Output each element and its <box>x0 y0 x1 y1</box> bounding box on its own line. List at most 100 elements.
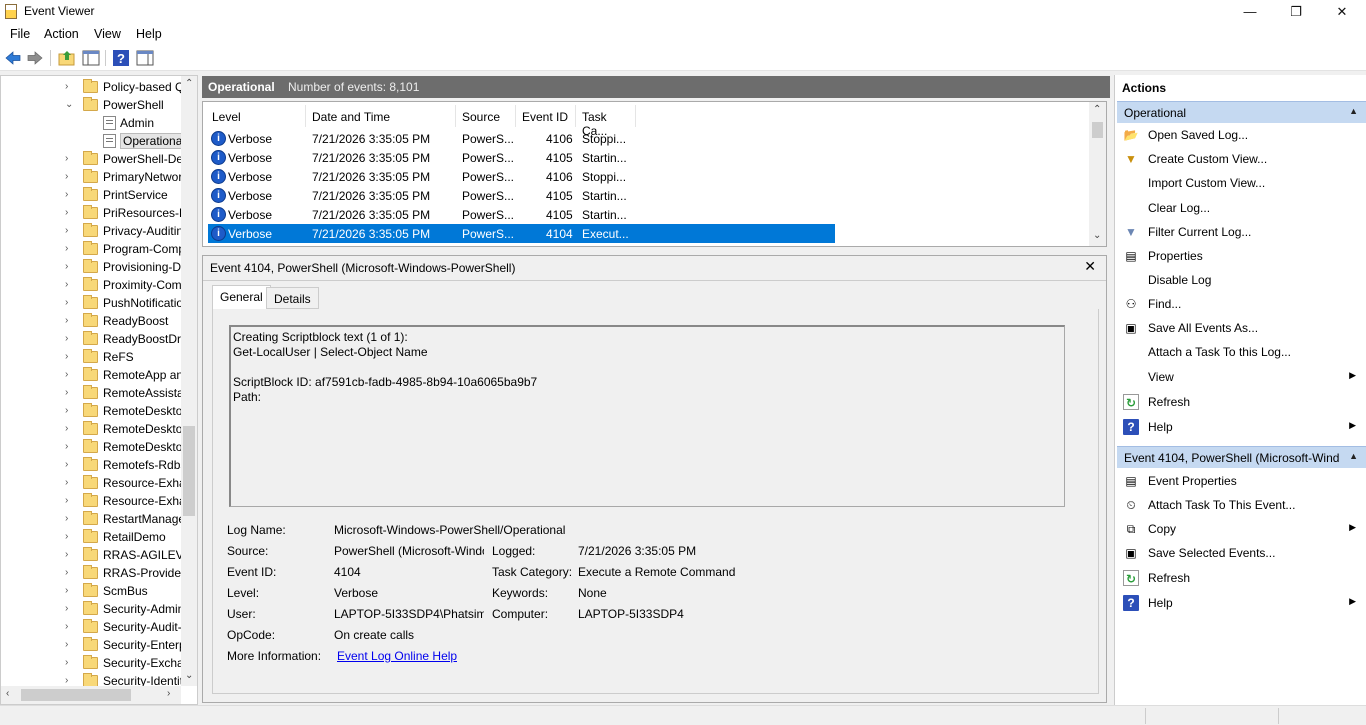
chevron-right-icon[interactable]: › <box>65 459 75 471</box>
tree-item[interactable]: › ScmBus <box>1 582 181 600</box>
menu-file[interactable]: File <box>10 27 30 41</box>
folder-up-icon[interactable] <box>58 49 76 67</box>
show-hide-action-pane-icon[interactable] <box>136 49 154 67</box>
show-hide-console-tree-icon[interactable] <box>82 49 100 67</box>
tree-item[interactable]: › RRAS-AGILEVPN <box>1 546 181 564</box>
chevron-right-icon[interactable]: › <box>65 603 75 615</box>
event-row[interactable]: i Verbose 7/21/2026 3:35:05 PM PowerS... 410… <box>208 129 835 148</box>
menu-action[interactable]: Action <box>44 27 79 41</box>
column-header-level[interactable]: Level <box>206 105 306 127</box>
event-log-online-help-link[interactable]: Event Log Online Help <box>337 649 457 663</box>
chevron-right-icon[interactable]: › <box>65 549 75 561</box>
chevron-right-icon[interactable]: › <box>65 369 75 381</box>
chevron-right-icon[interactable]: › <box>65 189 75 201</box>
event-row[interactable]: i Verbose 7/21/2026 3:35:05 PM PowerS... 410… <box>208 186 835 205</box>
column-header-source[interactable]: Source <box>456 105 516 127</box>
event-action-refresh[interactable]: ↻ Refresh <box>1117 567 1366 589</box>
tree-item[interactable]: › RemoteDesktopServices-RemoteFX <box>1 420 181 438</box>
event-action-help[interactable]: ? Help ▶ <box>1117 592 1366 614</box>
tree-item[interactable]: › PriResources-Deployment <box>1 204 181 222</box>
chevron-right-icon[interactable]: › <box>65 621 75 633</box>
column-header-date-time[interactable]: Date and Time <box>306 105 456 127</box>
actions-section-event[interactable]: Event 4104, PowerShell (Microsoft-Window… <box>1117 446 1366 468</box>
scroll-up-arrow-icon[interactable]: ⌃ <box>1093 104 1101 115</box>
tree-item[interactable]: › Security-EnterpriseData-FileRevocationM… <box>1 636 181 654</box>
chevron-right-icon[interactable]: › <box>65 171 75 183</box>
back-arrow-icon[interactable] <box>4 49 22 67</box>
action-save-all-events-as[interactable]: ▣ Save All Events As... <box>1117 317 1366 339</box>
action-view[interactable]: View ▶ <box>1117 366 1366 388</box>
close-detail-icon[interactable]: ✕ <box>1084 258 1096 275</box>
scroll-left-arrow-icon[interactable]: ‹ <box>6 688 9 699</box>
event-row[interactable]: i Verbose 7/21/2026 3:35:05 PM PowerS... 410… <box>208 167 835 186</box>
help-icon[interactable]: ? <box>112 49 130 67</box>
action-create-custom-view[interactable]: ▼ Create Custom View... <box>1117 148 1366 170</box>
event-action-attach-task-to-this-event[interactable]: ⏲ Attach Task To This Event... <box>1117 494 1366 516</box>
action-refresh[interactable]: ↻ Refresh <box>1117 391 1366 413</box>
event-row[interactable]: i Verbose 7/21/2026 3:35:05 PM PowerS... 410… <box>208 224 835 243</box>
tree-item[interactable]: › ReadyBoost <box>1 312 181 330</box>
action-open-saved-log[interactable]: 📂 Open Saved Log... <box>1117 124 1366 146</box>
tree-item[interactable]: › PrintService <box>1 186 181 204</box>
tree-item[interactable]: › RemoteAssistance <box>1 384 181 402</box>
event-row[interactable]: i Verbose 7/21/2026 3:35:05 PM PowerS... 410… <box>208 205 835 224</box>
maximize-button[interactable]: ❐ <box>1273 0 1319 23</box>
action-attach-a-task-to-this-log[interactable]: Attach a Task To this Log... <box>1117 341 1366 363</box>
tree-item[interactable]: › Security-Audit-Configuration-Client <box>1 618 181 636</box>
collapse-caret-icon[interactable]: ▲ <box>1349 106 1358 116</box>
chevron-right-icon[interactable]: › <box>65 387 75 399</box>
tree-item[interactable]: Operational <box>1 132 181 150</box>
tree-item[interactable]: › Security-Adminless <box>1 600 181 618</box>
event-row[interactable]: i Verbose 7/21/2026 3:35:05 PM PowerS... 410… <box>208 148 835 167</box>
tree-scroll-thumb[interactable] <box>183 426 195 516</box>
collapse-caret-icon[interactable]: ▲ <box>1349 451 1358 461</box>
chevron-right-icon[interactable]: › <box>65 531 75 543</box>
chevron-right-icon[interactable]: › <box>65 297 75 309</box>
chevron-right-icon[interactable]: › <box>65 657 75 669</box>
chevron-right-icon[interactable]: › <box>65 261 75 273</box>
action-filter-current-log[interactable]: ▼ Filter Current Log... <box>1117 221 1366 243</box>
action-clear-log[interactable]: Clear Log... <box>1117 197 1366 219</box>
tree-item[interactable]: › Resource-Exhaustion-Detector <box>1 474 181 492</box>
chevron-right-icon[interactable]: › <box>65 315 75 327</box>
chevron-right-icon[interactable]: › <box>65 207 75 219</box>
event-list-scrollbar[interactable]: ⌃ ⌄ <box>1089 102 1106 246</box>
event-action-event-properties[interactable]: ▤ Event Properties <box>1117 470 1366 492</box>
column-header-event-id[interactable]: Event ID <box>516 105 576 127</box>
chevron-right-icon[interactable]: › <box>65 585 75 597</box>
menu-help[interactable]: Help <box>136 27 162 41</box>
tree-item[interactable]: › PrimaryNetworkIcon <box>1 168 181 186</box>
tab-general[interactable]: General <box>212 285 271 310</box>
tree-item[interactable]: ⌄ PowerShell <box>1 96 181 114</box>
chevron-right-icon[interactable]: › <box>65 333 75 345</box>
tree-item[interactable]: › PushNotifications-Platform <box>1 294 181 312</box>
chevron-right-icon[interactable]: › <box>65 477 75 489</box>
chevron-right-icon[interactable]: › <box>65 405 75 417</box>
tree-item[interactable]: › RetailDemo <box>1 528 181 546</box>
tree-item[interactable]: › Policy-based QoS <box>1 78 181 96</box>
tree-item[interactable]: › RestartManager <box>1 510 181 528</box>
chevron-right-icon[interactable]: › <box>65 423 75 435</box>
chevron-right-icon[interactable]: › <box>65 225 75 237</box>
action-help[interactable]: ? Help ▶ <box>1117 416 1366 438</box>
tree-item[interactable]: › Privacy-Auditing <box>1 222 181 240</box>
tree-item[interactable]: › RRAS-ProviderRR <box>1 564 181 582</box>
forward-arrow-icon[interactable] <box>26 49 44 67</box>
chevron-right-icon[interactable]: › <box>65 81 75 93</box>
menu-view[interactable]: View <box>94 27 121 41</box>
close-button[interactable]: ✕ <box>1319 0 1365 23</box>
chevron-down-icon[interactable]: ⌄ <box>65 99 75 111</box>
column-header-task-category[interactable]: Task Ca... <box>576 105 636 138</box>
chevron-right-icon[interactable]: › <box>65 639 75 651</box>
event-action-copy[interactable]: ⧉ Copy ▶ <box>1117 518 1366 540</box>
tree-horizontal-scrollbar[interactable]: ‹ › <box>1 686 181 704</box>
chevron-right-icon[interactable]: › <box>65 351 75 363</box>
chevron-right-icon[interactable]: › <box>65 441 75 453</box>
chevron-right-icon[interactable]: › <box>65 567 75 579</box>
tree-item[interactable]: › Program-Compatibility-Assistant <box>1 240 181 258</box>
action-find[interactable]: ⚇ Find... <box>1117 293 1366 315</box>
action-import-custom-view[interactable]: Import Custom View... <box>1117 172 1366 194</box>
chevron-right-icon[interactable]: › <box>65 513 75 525</box>
scroll-down-arrow-icon[interactable]: ⌄ <box>185 670 193 681</box>
chevron-right-icon[interactable]: › <box>65 495 75 507</box>
